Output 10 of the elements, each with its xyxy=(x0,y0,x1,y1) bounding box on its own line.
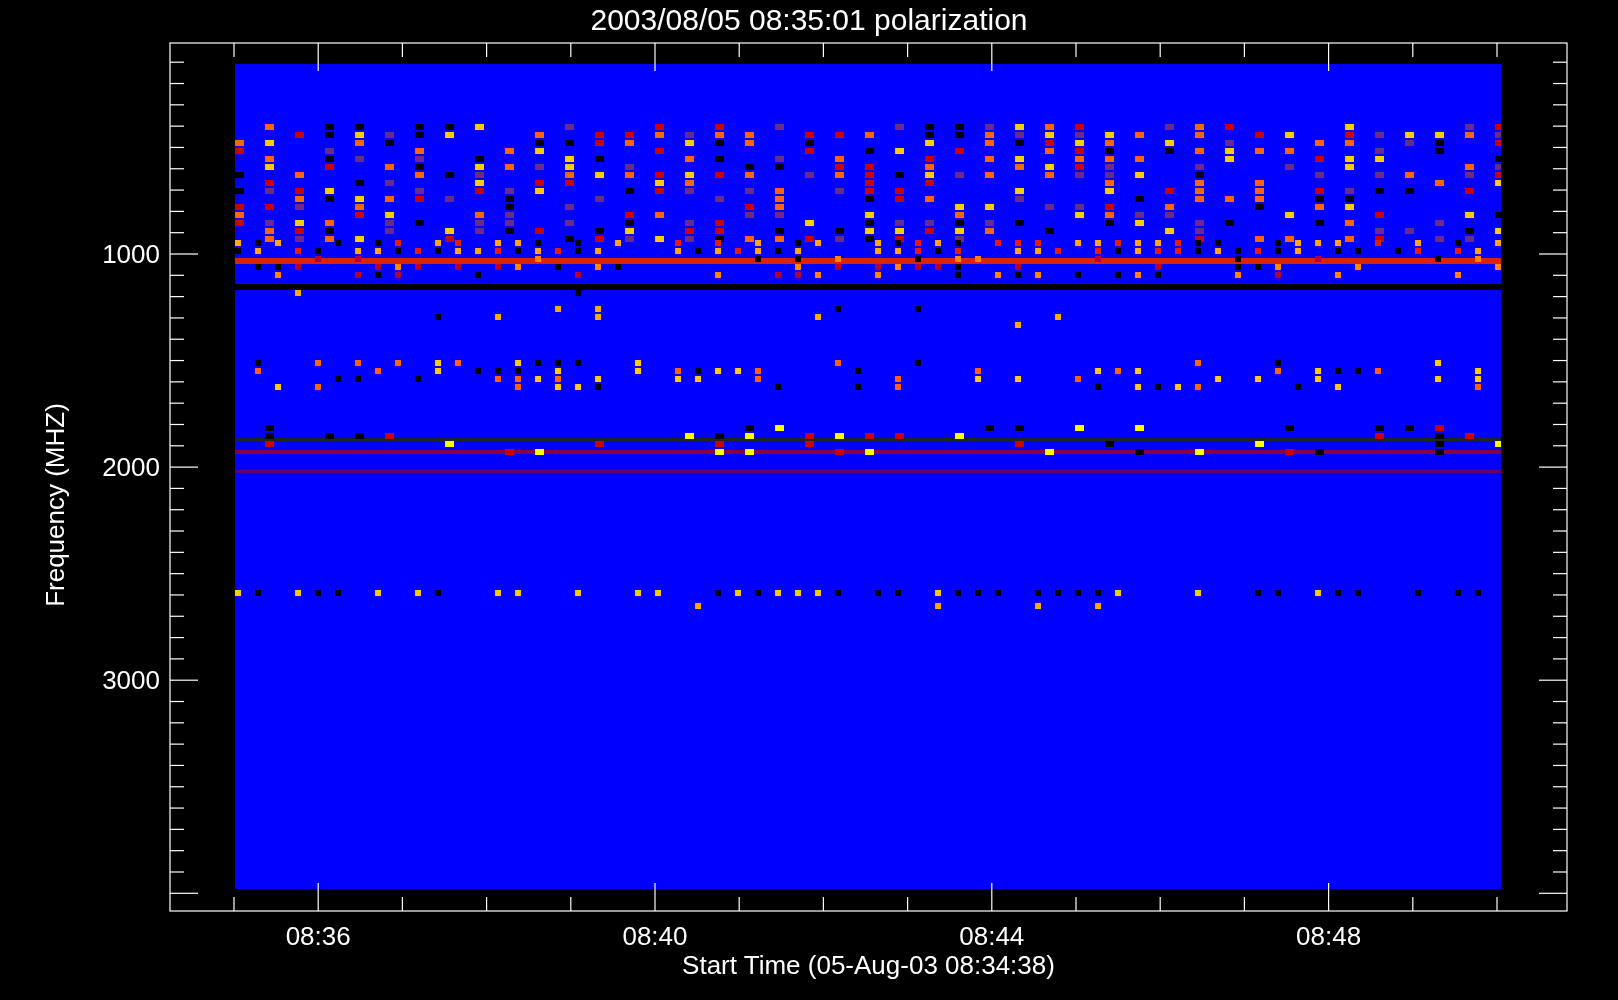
x-tick-label: 08:36 xyxy=(284,921,352,951)
x-tick-label: 08:44 xyxy=(958,921,1026,951)
chart-title: 2003/08/05 08:35:01 polarization xyxy=(589,2,1029,38)
x-tick-label: 08:40 xyxy=(621,921,689,951)
y-tick-label: 1000 xyxy=(101,239,160,269)
y-tick-label: 2000 xyxy=(101,452,160,483)
x-tick-label: 08:48 xyxy=(1295,921,1363,951)
y-tick-label: 3000 xyxy=(101,665,160,696)
x-axis-title: Start Time (05-Aug-03 08:34:38) xyxy=(681,949,1056,981)
y-axis-title: Frequency (MHZ) xyxy=(40,402,70,609)
